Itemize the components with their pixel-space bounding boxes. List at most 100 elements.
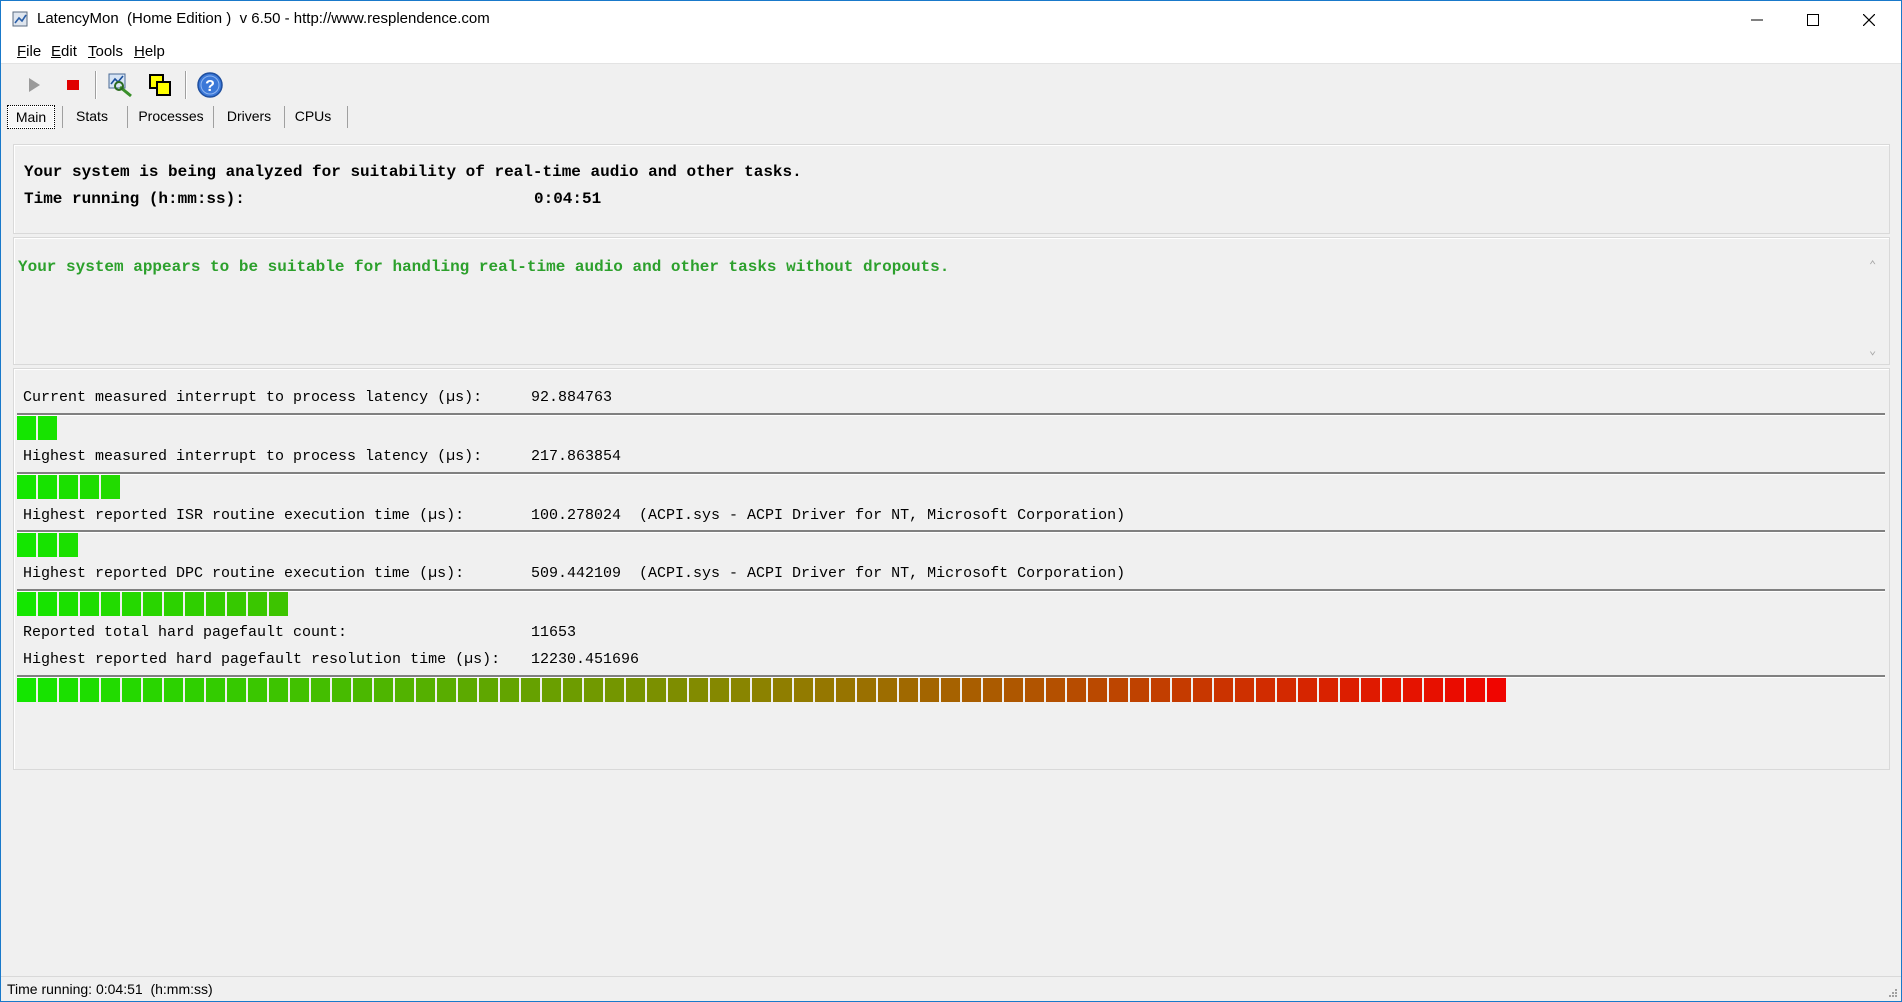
title-bar: LatencyMon (Home Edition ) v 6.50 - http… (1, 1, 1901, 39)
help-icon: ? (197, 72, 223, 98)
bar-segment (1046, 678, 1065, 702)
bar-segment (101, 592, 120, 616)
bar-segment (752, 678, 771, 702)
bar-segment (248, 592, 267, 616)
bar-segment (395, 678, 414, 702)
isr-time-label: Highest reported ISR routine execution t… (23, 507, 465, 524)
bar-segment (899, 678, 918, 702)
tab-processes[interactable]: Processes (135, 105, 207, 127)
bar-segment (143, 678, 162, 702)
bar-segment (1004, 678, 1023, 702)
bar-segment (17, 678, 36, 702)
dpc-driver-detail: (ACPI.sys - ACPI Driver for NT, Microsof… (639, 565, 1126, 582)
tab-stats[interactable]: Stats (71, 105, 113, 127)
time-running-label: Time running (h:mm:ss): (24, 190, 245, 208)
bar-segment (227, 592, 246, 616)
scroll-up-icon[interactable]: ⌃ (1869, 258, 1881, 273)
bar-segment (1298, 678, 1317, 702)
scroll-down-icon[interactable]: ⌄ (1869, 343, 1881, 358)
bar-segment (1445, 678, 1464, 702)
bar-segment (962, 678, 981, 702)
menu-file[interactable]: File (17, 43, 41, 60)
bar-segment (80, 475, 99, 499)
bar-segment (836, 678, 855, 702)
close-button[interactable] (1841, 1, 1897, 39)
bar-segment (857, 678, 876, 702)
menu-tools[interactable]: Tools (88, 43, 123, 60)
bar-segment (374, 678, 393, 702)
bar-segment (1403, 678, 1422, 702)
bar-segment (1214, 678, 1233, 702)
bar-segment (1424, 678, 1443, 702)
pagefault-time-value: 12230.451696 (531, 651, 640, 668)
bar-segment (563, 678, 582, 702)
bar-segment (605, 678, 624, 702)
status-bar: Time running: 0:04:51 (h:mm:ss) (1, 976, 1901, 1001)
verdict-panel: Your system appears to be suitable for h… (13, 237, 1890, 365)
bar-segment (269, 592, 288, 616)
start-button[interactable] (19, 70, 49, 100)
bar-segment (38, 475, 57, 499)
bar-segment (1172, 678, 1191, 702)
windows-button[interactable] (145, 70, 175, 100)
highest-latency-value: 217.863854 (531, 448, 622, 465)
bar-segment (878, 678, 897, 702)
bar-segment (941, 678, 960, 702)
bar-segment (38, 533, 57, 557)
bar-segment (1382, 678, 1401, 702)
minimize-button[interactable] (1729, 1, 1785, 39)
maximize-icon (1807, 14, 1819, 26)
bar-segment (185, 678, 204, 702)
bar-segment (437, 678, 456, 702)
bar-segment (1277, 678, 1296, 702)
bar-segment (416, 678, 435, 702)
menu-edit[interactable]: Edit (51, 43, 77, 60)
bar-segment (59, 533, 78, 557)
bar-segment (794, 678, 813, 702)
dpc-time-bar (17, 592, 290, 616)
bar-segment (500, 678, 519, 702)
stop-icon (67, 80, 79, 90)
windows-icon (149, 74, 171, 96)
bar-segment (1319, 678, 1338, 702)
app-icon (12, 10, 30, 28)
bar-segment (731, 678, 750, 702)
analyze-icon (108, 73, 132, 98)
bar-segment (1151, 678, 1170, 702)
resize-grip-icon[interactable] (1888, 988, 1898, 998)
bar-segment (122, 678, 141, 702)
bar-segment (1088, 678, 1107, 702)
app-window: LatencyMon (Home Edition ) v 6.50 - http… (0, 0, 1902, 1002)
tab-strip: Main Stats Processes Drivers CPUs (1, 102, 1901, 130)
menu-help[interactable]: Help (134, 43, 165, 60)
analysis-status-text: Your system is being analyzed for suitab… (24, 163, 802, 181)
pagefault-time-bar (17, 678, 1508, 702)
bar-segment (626, 678, 645, 702)
bar-segment (206, 592, 225, 616)
tab-main[interactable]: Main (7, 105, 55, 129)
tab-drivers[interactable]: Drivers (221, 105, 277, 127)
status-text: Time running: 0:04:51 (h:mm:ss) (7, 981, 213, 997)
analyze-button[interactable] (105, 70, 135, 100)
dpc-time-label: Highest reported DPC routine execution t… (23, 565, 465, 582)
bar-segment (185, 592, 204, 616)
highest-latency-bar (17, 475, 122, 499)
bar-segment (689, 678, 708, 702)
bar-segment (311, 678, 330, 702)
help-button[interactable]: ? (195, 70, 225, 100)
stop-button[interactable] (58, 70, 88, 100)
bar-segment (1067, 678, 1086, 702)
bar-segment (1025, 678, 1044, 702)
bar-segment (521, 678, 540, 702)
bar-segment (59, 678, 78, 702)
isr-driver-detail: (ACPI.sys - ACPI Driver for NT, Microsof… (639, 507, 1126, 524)
bar-segment (59, 475, 78, 499)
bar-segment (38, 678, 57, 702)
bar-segment (983, 678, 1002, 702)
maximize-button[interactable] (1785, 1, 1841, 39)
bar-segment (101, 475, 120, 499)
bar-segment (143, 592, 162, 616)
bar-segment (17, 416, 36, 440)
isr-time-bar (17, 533, 80, 557)
tab-cpus[interactable]: CPUs (291, 105, 335, 127)
